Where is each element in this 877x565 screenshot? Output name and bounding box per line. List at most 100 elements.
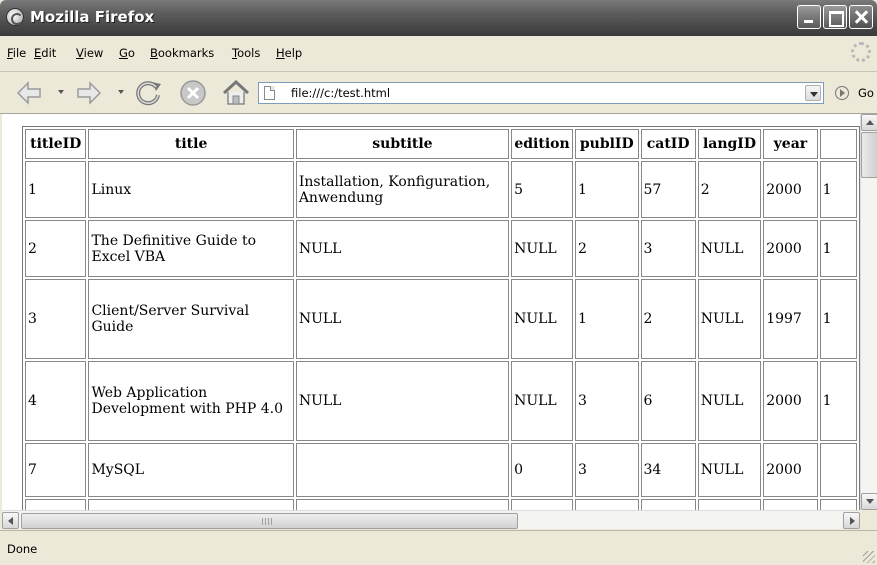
table-cell: 2000: [763, 161, 818, 218]
menu-bar: File Edit View Go Bookmarks Tools Help: [0, 36, 877, 72]
scroll-left-button[interactable]: [2, 512, 19, 529]
go-button-label[interactable]: Go: [858, 86, 874, 100]
table-cell: [25, 499, 87, 510]
table-cell: 7: [25, 443, 87, 497]
table-cell: NULL: [295, 220, 510, 277]
table-cell: 2: [697, 161, 762, 218]
address-dropdown-button[interactable]: [805, 85, 821, 101]
table-cell: 1: [574, 279, 639, 359]
table-cell: 1: [819, 279, 857, 359]
table-row: 2 The Definitive Guide to Excel VBA NULL…: [25, 220, 857, 277]
table-cell: NULL: [697, 443, 762, 497]
table-cell: 1997: [763, 279, 818, 359]
table-cell: 1: [574, 161, 639, 218]
table-cell: [511, 499, 573, 510]
scroll-down-button[interactable]: [861, 493, 877, 510]
table-cell: NULL: [697, 361, 762, 441]
table-cell: 2: [640, 279, 696, 359]
table-cell: NULL: [295, 361, 510, 441]
table-cell: Client/Server Survival Guide: [88, 279, 294, 359]
table-cell: MySQL: [88, 443, 294, 497]
table-cell: NULL: [511, 279, 573, 359]
table-cell: Web Application Development with PHP 4.0: [88, 361, 294, 441]
minimize-button[interactable]: [797, 5, 821, 29]
menu-file[interactable]: File: [7, 46, 26, 60]
url-text[interactable]: file:///c:/test.html: [291, 86, 390, 100]
table-cell: 6: [640, 361, 696, 441]
firefox-icon[interactable]: [6, 8, 24, 26]
table-cell: 1: [819, 361, 857, 441]
table-row: 3 Client/Server Survival Guide NULL NULL…: [25, 279, 857, 359]
table-header-row: titleID title subtitle edition publID ca…: [25, 129, 857, 159]
data-table: titleID title subtitle edition publID ca…: [22, 126, 860, 510]
table-cell: 2000: [763, 443, 818, 497]
column-header: edition: [511, 129, 573, 159]
page-icon: [264, 86, 275, 100]
column-header: catID: [640, 129, 696, 159]
column-header: [819, 129, 857, 159]
table-cell: 1: [819, 220, 857, 277]
table-cell: [819, 499, 857, 510]
stop-icon[interactable]: [178, 78, 208, 108]
table-cell: [574, 499, 639, 510]
horizontal-scroll-thumb[interactable]: [21, 513, 518, 529]
table-cell: 3: [640, 220, 696, 277]
horizontal-scrollbar[interactable]: [2, 510, 860, 529]
table-cell: 2: [574, 220, 639, 277]
menu-bookmarks[interactable]: Bookmarks: [150, 46, 214, 60]
table-cell: Linux: [88, 161, 294, 218]
table-cell: NULL: [697, 220, 762, 277]
column-header: subtitle: [295, 129, 510, 159]
column-header: publID: [574, 129, 639, 159]
table-cell: 2000: [763, 361, 818, 441]
menu-tools[interactable]: Tools: [232, 46, 260, 60]
forward-arrow-icon[interactable]: [76, 80, 102, 106]
table-cell: [697, 499, 762, 510]
table-cell: NULL: [295, 279, 510, 359]
table-cell: [763, 499, 818, 510]
table-cell: 34: [640, 443, 696, 497]
scroll-right-button[interactable]: [843, 512, 860, 529]
table-cell: 57: [640, 161, 696, 218]
column-header: title: [88, 129, 294, 159]
forward-dropdown-icon[interactable]: [118, 90, 124, 94]
status-bar: Done: [0, 530, 877, 565]
table-cell: NULL: [511, 361, 573, 441]
close-button[interactable]: [849, 5, 873, 29]
table-cell: 3: [574, 361, 639, 441]
menu-edit[interactable]: Edit: [34, 46, 56, 60]
scrollbar-corner: [860, 510, 877, 529]
maximize-button[interactable]: [823, 5, 847, 29]
table-cell: [819, 443, 857, 497]
menu-view[interactable]: View: [76, 46, 103, 60]
table-cell: Installation, Konfiguration, Anwendung: [295, 161, 510, 218]
table-row: [25, 499, 857, 510]
column-header: titleID: [25, 129, 87, 159]
content-viewport[interactable]: titleID title subtitle edition publID ca…: [2, 114, 860, 510]
resize-grip-icon[interactable]: [863, 551, 875, 563]
window-title: Mozilla Firefox: [30, 8, 155, 26]
home-icon[interactable]: [220, 77, 252, 109]
go-icon[interactable]: [835, 86, 849, 100]
column-header: langID: [697, 129, 762, 159]
table-cell: 1: [819, 161, 857, 218]
table-cell: 5: [511, 161, 573, 218]
back-arrow-icon[interactable]: [16, 80, 42, 106]
table-cell: 2: [25, 220, 87, 277]
vertical-scrollbar[interactable]: [860, 114, 877, 510]
table-cell: NULL: [697, 279, 762, 359]
table-cell: NULL: [511, 220, 573, 277]
reload-icon[interactable]: [134, 78, 164, 108]
table-cell: 3: [574, 443, 639, 497]
back-dropdown-icon[interactable]: [58, 90, 64, 94]
scroll-up-button[interactable]: [861, 114, 877, 131]
menu-help[interactable]: Help: [276, 46, 302, 60]
vertical-scroll-thumb[interactable]: [861, 132, 877, 178]
address-bar[interactable]: file:///c:/test.html: [258, 82, 824, 104]
table-cell: [88, 499, 294, 510]
table-cell: 3: [25, 279, 87, 359]
menu-go[interactable]: Go: [119, 46, 135, 60]
table-cell: 4: [25, 361, 87, 441]
table-cell: [295, 443, 510, 497]
table-cell: The Definitive Guide to Excel VBA: [88, 220, 294, 277]
